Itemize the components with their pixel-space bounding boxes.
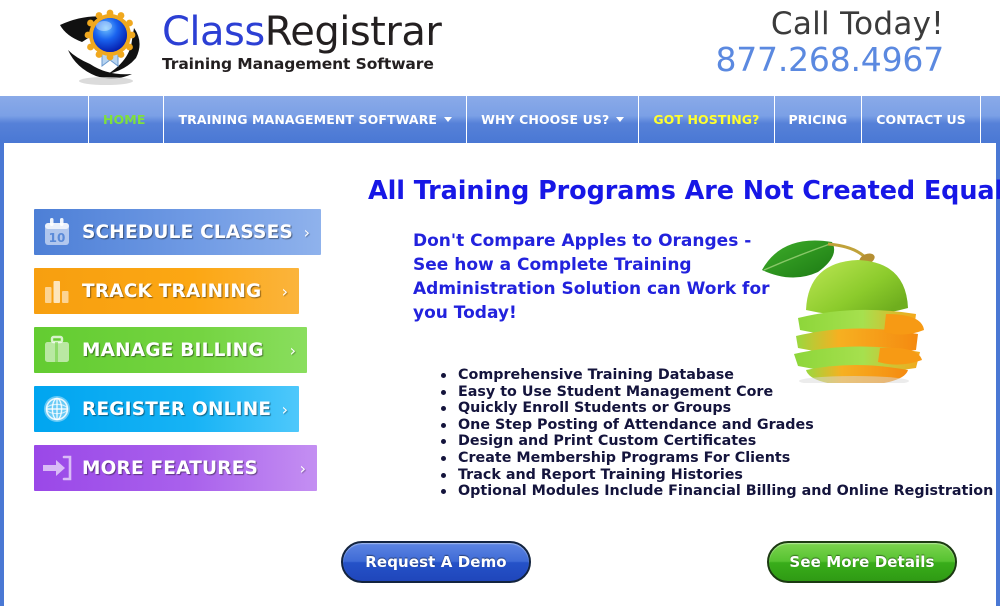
sidebar-button-manage-billing[interactable]: MANAGE BILLING › (34, 327, 307, 373)
sidebar-button-schedule-classes-label: SCHEDULE CLASSES (82, 221, 293, 243)
nav-right-fill (979, 96, 1000, 143)
nav-item-training-management-software-label: TRAINING MANAGEMENT SOFTWARE (178, 112, 438, 127)
nav-item-got-hosting[interactable]: GOT HOSTING? (638, 96, 774, 143)
list-item: Design and Print Custom Certificates (437, 433, 997, 450)
logo-title-class: Class (162, 9, 265, 55)
nav-item-why-choose-us[interactable]: WHY CHOOSE US? (466, 96, 639, 143)
chevron-down-icon (616, 117, 625, 122)
nav-item-contact-us[interactable]: CONTACT US (861, 96, 980, 143)
nav-item-pricing[interactable]: PRICING (773, 96, 862, 143)
nav-item-home[interactable]: HOME (88, 96, 164, 143)
see-more-details-button[interactable]: See More Details (767, 541, 957, 583)
sidebar-button-manage-billing-label: MANAGE BILLING (82, 339, 264, 361)
sliced-apple-orange-image (754, 218, 954, 386)
request-a-demo-label: Request A Demo (365, 553, 507, 571)
sidebar-button-track-training[interactable]: TRACK TRAINING › (34, 268, 299, 314)
sidebar-button-schedule-classes[interactable]: 10 SCHEDULE CLASSES › (34, 209, 321, 255)
phone-number[interactable]: 877.268.4967 (715, 42, 944, 78)
calendar-icon: 10 (34, 209, 80, 255)
page-title: All Training Programs Are Not Created Eq… (368, 176, 1000, 206)
bar-chart-icon (34, 268, 80, 314)
call-today-label: Call Today! (770, 6, 944, 42)
main-column: All Training Programs Are Not Created Eq… (344, 143, 1000, 606)
svg-text:10: 10 (49, 231, 66, 245)
list-item: Create Membership Programs For Clients (437, 450, 997, 467)
nav-item-training-management-software[interactable]: TRAINING MANAGEMENT SOFTWARE (163, 96, 467, 143)
list-item: One Step Posting of Attendance and Grade… (437, 417, 997, 434)
list-item: Comprehensive Training Database (437, 367, 997, 384)
list-item: Quickly Enroll Students or Groups (437, 400, 997, 417)
sub-headline: Don't Compare Apples to Oranges - See ho… (413, 231, 770, 323)
sidebar-button-more-features-label: MORE FEATURES (82, 457, 259, 479)
nav-left-spacer (0, 96, 88, 143)
call-today-block: Call Today! 877.268.4967 (715, 6, 944, 78)
nav-item-home-label: HOME (103, 112, 146, 127)
see-more-details-label: See More Details (789, 553, 935, 571)
page-content: 10 SCHEDULE CLASSES › TRACK TRAINING › M… (0, 143, 1000, 606)
sidebar-button-more-features[interactable]: MORE FEATURES › (34, 445, 317, 491)
feature-bullet-list: Comprehensive Training Database Easy to … (437, 367, 997, 500)
page-root: ClassRegistrar Training Management Softw… (0, 0, 1000, 606)
chevron-right-icon: › (281, 399, 288, 419)
chevron-right-icon: › (281, 281, 288, 301)
arrow-into-door-icon (34, 445, 80, 491)
chevron-down-icon (444, 117, 453, 122)
logo-wordmark: ClassRegistrar Training Management Softw… (162, 10, 462, 73)
chevron-right-icon: › (289, 340, 296, 360)
sidebar-button-track-training-label: TRACK TRAINING (82, 280, 262, 302)
nav-item-pricing-label: PRICING (788, 112, 848, 127)
feature-button-list: 10 SCHEDULE CLASSES › TRACK TRAINING › M… (34, 209, 334, 504)
request-a-demo-button[interactable]: Request A Demo (341, 541, 531, 583)
main-navigation: HOME TRAINING MANAGEMENT SOFTWARE WHY CH… (0, 96, 1000, 143)
site-logo[interactable]: ClassRegistrar Training Management Softw… (52, 6, 442, 86)
logo-seal-ribbon-icon (52, 8, 162, 86)
sidebar-button-register-online[interactable]: REGISTER ONLINE › (34, 386, 299, 432)
nav-item-got-hosting-label: GOT HOSTING? (653, 112, 760, 127)
cta-row: Request A Demo See More Details (4, 541, 1000, 601)
logo-title-registrar: Registrar (264, 9, 442, 55)
briefcase-icon (34, 327, 80, 373)
logo-title: ClassRegistrar (162, 10, 462, 54)
globe-icon (34, 386, 80, 432)
list-item: Optional Modules Include Financial Billi… (437, 483, 997, 500)
list-item: Easy to Use Student Management Core (437, 384, 997, 401)
nav-item-contact-us-label: CONTACT US (876, 112, 966, 127)
logo-tagline: Training Management Software (162, 55, 434, 73)
chevron-right-icon: › (303, 222, 310, 242)
nav-item-why-choose-us-label: WHY CHOOSE US? (481, 112, 610, 127)
sidebar-button-register-online-label: REGISTER ONLINE (82, 398, 272, 420)
site-header: ClassRegistrar Training Management Softw… (0, 0, 1000, 93)
chevron-right-icon: › (299, 458, 306, 478)
list-item: Track and Report Training Histories (437, 467, 997, 484)
